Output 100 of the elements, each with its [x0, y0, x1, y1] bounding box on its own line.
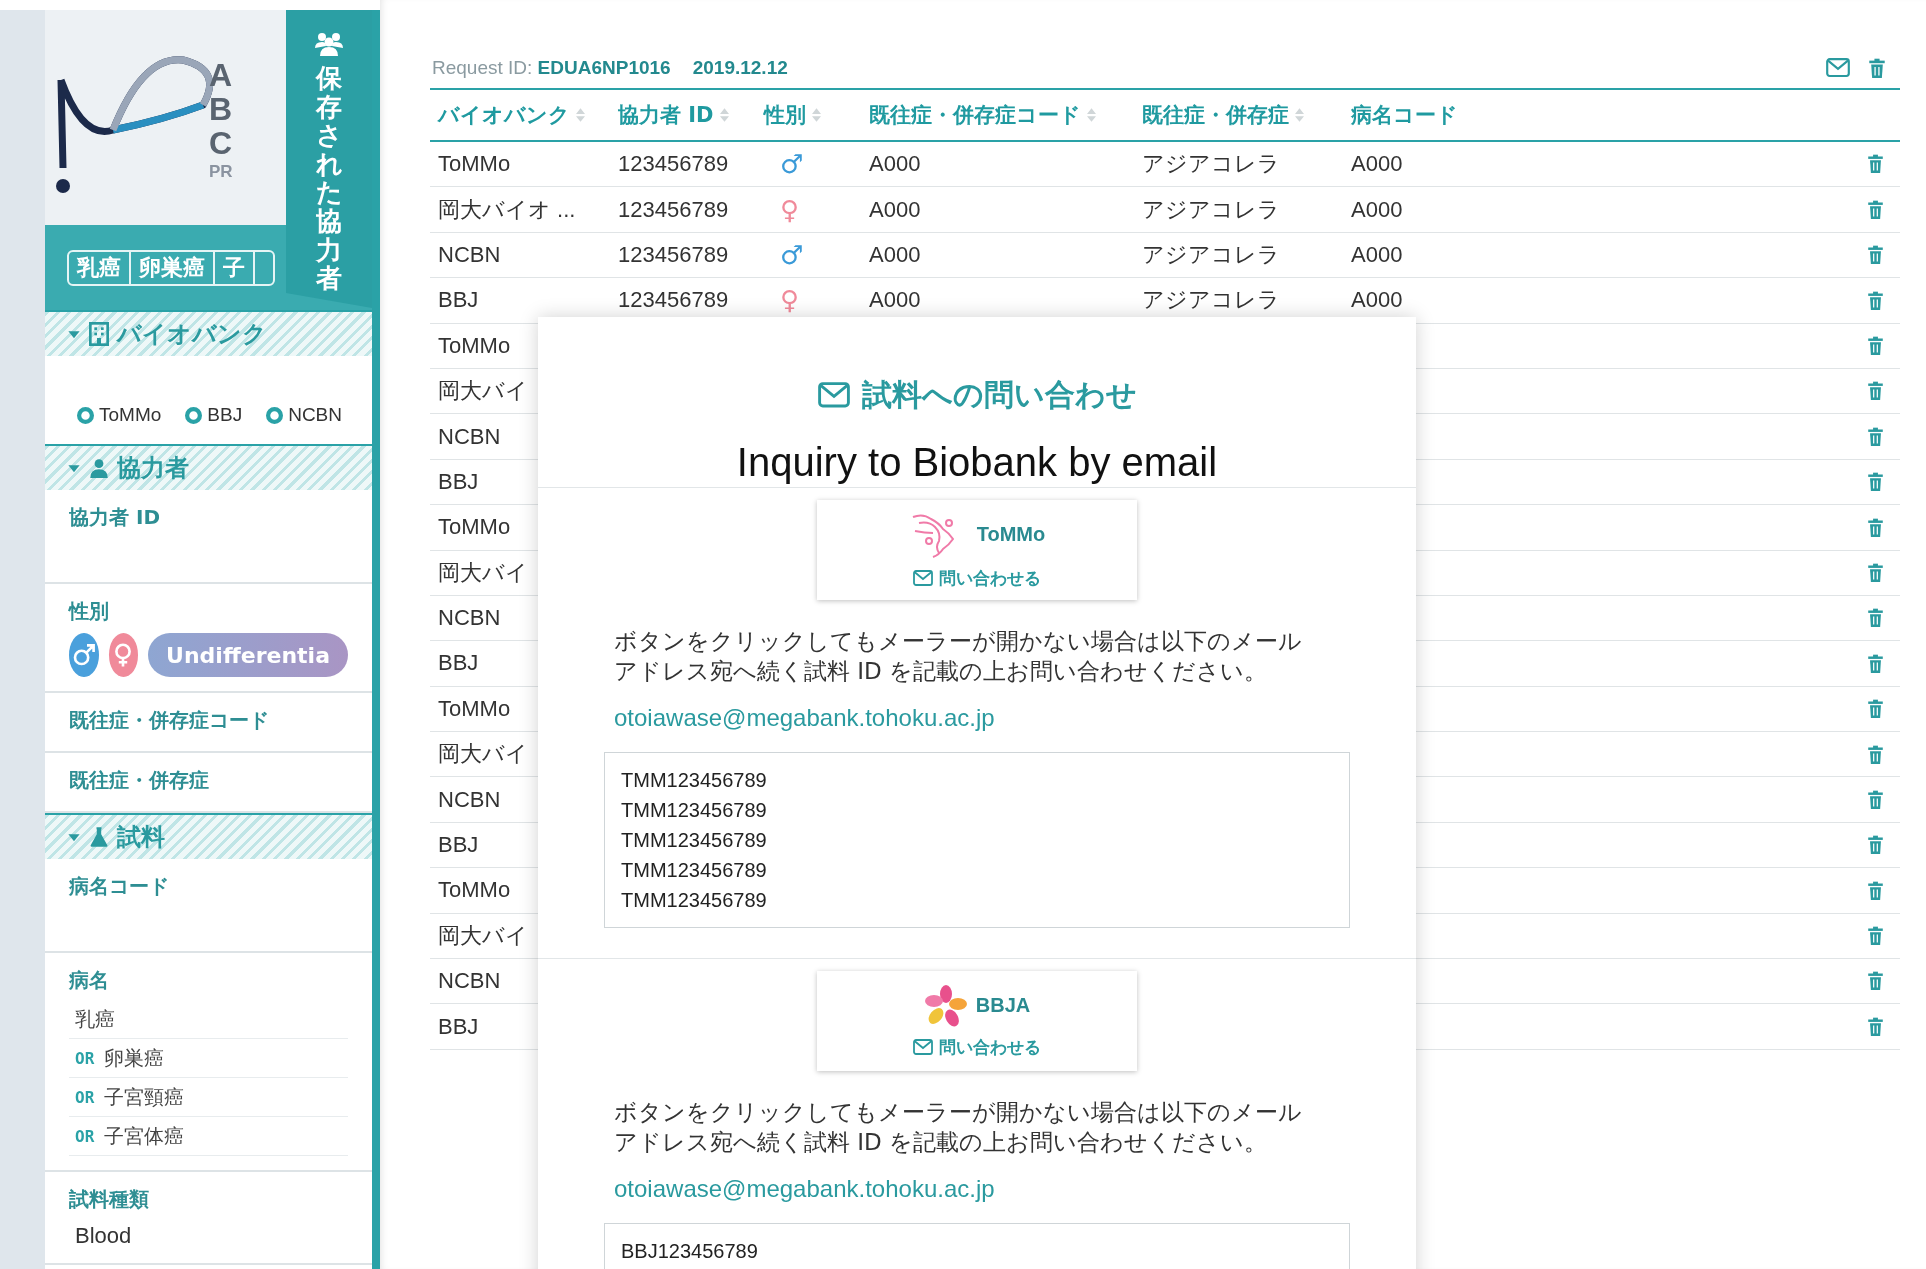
- biobank-option[interactable]: BBJ: [185, 386, 243, 444]
- column-header[interactable]: 既往症・併存症コード: [869, 101, 1081, 129]
- table-cell: NCBN: [438, 241, 501, 268]
- trash-icon[interactable]: [1866, 835, 1884, 855]
- table-cell: ToMMo: [438, 332, 511, 359]
- disease-item[interactable]: 卵巣癌: [104, 1044, 165, 1072]
- table-cell: NCBN: [438, 968, 501, 995]
- trash-icon[interactable]: [1866, 880, 1884, 901]
- column-header[interactable]: 性別: [764, 101, 806, 129]
- sample-id-field[interactable]: BBJ123456789: [604, 1223, 1350, 1269]
- field-label[interactable]: 病名コード: [69, 873, 348, 900]
- table-cell-text: 岡大バイ: [438, 921, 528, 950]
- trash-icon[interactable]: [1866, 789, 1884, 810]
- building-icon: [89, 322, 109, 346]
- trash-icon[interactable]: [1866, 971, 1884, 991]
- section-header[interactable]: 協力者: [45, 444, 372, 490]
- trash-icon[interactable]: [1866, 199, 1884, 220]
- female-button[interactable]: [108, 633, 139, 677]
- table-cell-text: 岡大バイ: [438, 740, 528, 769]
- table-cell: ToMMo: [438, 151, 511, 178]
- trash-icon[interactable]: [1868, 57, 1886, 79]
- disease-item[interactable]: 乳癌: [75, 1005, 115, 1033]
- trash-icon[interactable]: [1866, 744, 1884, 765]
- trash-icon[interactable]: [1866, 245, 1884, 265]
- field-label: 病名: [69, 967, 110, 994]
- email-link[interactable]: otoiawase@megabank.tohoku.ac.jp: [614, 1173, 995, 1205]
- sample-id-field[interactable]: TMM123456789 TMM123456789 TMM123456789 TMM123456789 TMM123456789: [604, 752, 1350, 928]
- logo-text: PR: [209, 161, 233, 183]
- disease-tab[interactable]: 子: [215, 251, 255, 284]
- inquire-button[interactable]: 問い合わせる: [913, 566, 1041, 590]
- table-cell-text: アジアコレラ: [1142, 286, 1280, 315]
- table-cell: A000: [869, 151, 921, 178]
- field-label[interactable]: 協力者 ID: [69, 504, 348, 531]
- biobank-option[interactable]: NCBN: [266, 386, 342, 444]
- trash-icon[interactable]: [1866, 472, 1884, 492]
- operator-label: OR: [75, 1126, 95, 1146]
- logo-text: A: [209, 58, 233, 92]
- disease-tab[interactable]: 乳癌: [69, 251, 131, 284]
- field-label: 試料種類: [69, 1186, 150, 1213]
- instruction-text: ボタンをクリックしてもメーラーが開かない場合は以下のメールアドレス宛へ続く試料 ID を記載の上お問い合わせください。: [614, 627, 1303, 686]
- table-cell-text: アジアコレラ: [1142, 240, 1280, 269]
- field-label[interactable]: 既往症・併存症: [69, 767, 348, 794]
- male-button[interactable]: [69, 633, 99, 677]
- column-header[interactable]: バイオバンク: [438, 101, 570, 129]
- instruction-text: ボタンをクリックしてもメーラーが開かない場合は以下のメールアドレス宛へ続く試料 ID を記載の上お問い合わせください。: [614, 1098, 1303, 1157]
- trash-icon[interactable]: [1866, 926, 1884, 946]
- trash-icon[interactable]: [1866, 517, 1884, 538]
- table-cell: ToMMo: [438, 514, 511, 541]
- table-cell: NCBN: [438, 605, 501, 632]
- operator-label: OR: [75, 1087, 95, 1107]
- column-header[interactable]: 既往症・併存症: [1142, 101, 1289, 129]
- trash-icon[interactable]: [1866, 562, 1884, 583]
- table-cell: NCBN: [438, 423, 501, 450]
- trash-icon[interactable]: [1866, 290, 1884, 311]
- column-header[interactable]: 病名コード: [1351, 101, 1458, 129]
- dialog-title: 試料への問い合わせ: [861, 375, 1137, 414]
- table-cell: ToMMo: [438, 877, 511, 904]
- biobank-option[interactable]: ToMMo: [77, 386, 162, 444]
- section-header[interactable]: 試料: [45, 813, 372, 859]
- trash-icon[interactable]: [1866, 653, 1884, 674]
- trash-icon[interactable]: [1866, 336, 1884, 356]
- operator-label: OR: [75, 1048, 95, 1068]
- table-cell: BBJ: [438, 650, 479, 677]
- table-cell-text: 岡大バイ: [438, 558, 528, 587]
- section-title: バイオバンク: [117, 319, 267, 350]
- saved-donors-tab[interactable]: 保存された協力者: [286, 10, 372, 308]
- male-icon: [71, 643, 96, 667]
- table-cell: A000: [869, 287, 921, 314]
- biobank-name: ToMMo: [976, 523, 1046, 546]
- flask-icon: [89, 827, 109, 847]
- table-cell: BBJ: [438, 287, 479, 314]
- trash-icon[interactable]: [1866, 608, 1884, 628]
- field-label[interactable]: 既往症・併存症コード: [69, 707, 348, 734]
- field-value: Blood: [74, 1223, 133, 1249]
- email-link[interactable]: otoiawase@megabank.tohoku.ac.jp: [614, 702, 995, 734]
- radio-icon[interactable]: [266, 406, 284, 424]
- biobank-name: BBJA: [975, 994, 1031, 1017]
- section-header[interactable]: バイオバンク: [45, 310, 372, 356]
- trash-icon[interactable]: [1866, 426, 1884, 447]
- group-icon: [314, 32, 344, 56]
- trash-icon[interactable]: [1866, 699, 1884, 719]
- trash-icon[interactable]: [1866, 154, 1884, 174]
- inquire-button[interactable]: 問い合わせる: [913, 1035, 1041, 1059]
- table-cell: 123456789: [618, 151, 729, 178]
- radio-icon[interactable]: [185, 406, 203, 424]
- column-header[interactable]: 協力者 ID: [618, 101, 714, 129]
- disease-tab[interactable]: 卵巣癌: [131, 251, 215, 284]
- sex-symbol: ♂: [780, 239, 804, 270]
- table-cell-text: アジアコレラ: [1142, 195, 1280, 224]
- section-title: 試料: [117, 822, 165, 853]
- disease-item[interactable]: 子宮体癌: [104, 1122, 185, 1150]
- mail-icon[interactable]: [1826, 58, 1850, 78]
- trash-icon[interactable]: [1866, 381, 1884, 401]
- disease-item[interactable]: 子宮頸癌: [104, 1083, 185, 1111]
- request-date: 2019.12.12: [692, 57, 788, 79]
- trash-icon[interactable]: [1866, 1016, 1884, 1037]
- undifferentiated-button[interactable]: Undifferentia: [148, 633, 348, 677]
- table-cell-text: 岡大バイオ ...: [438, 195, 576, 224]
- logo-text: B: [209, 92, 233, 126]
- radio-icon[interactable]: [77, 406, 94, 424]
